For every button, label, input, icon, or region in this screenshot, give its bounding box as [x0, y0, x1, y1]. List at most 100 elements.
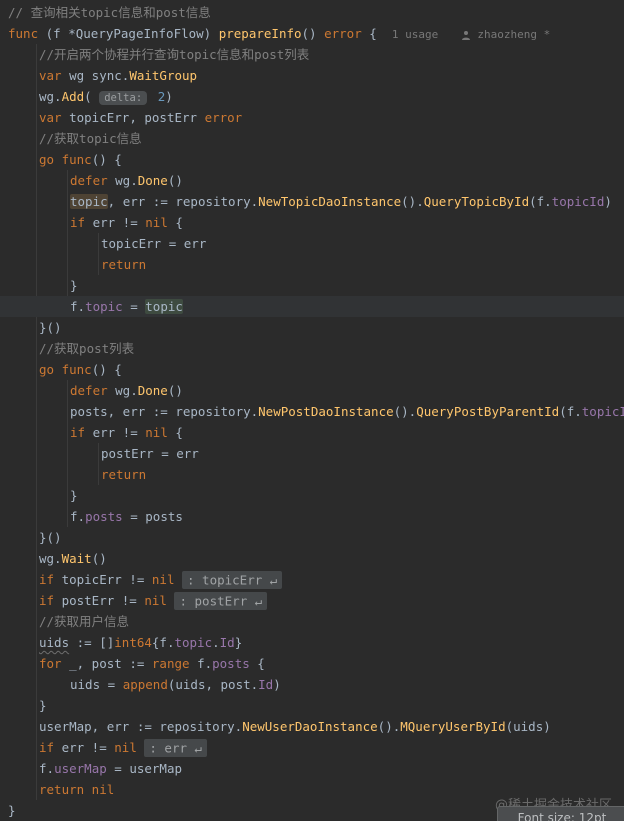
code-token: userMap — [54, 761, 107, 776]
code-token: defer — [70, 383, 116, 398]
code-line[interactable]: } — [0, 695, 624, 716]
code-token: wg sync. — [69, 68, 130, 83]
code-line[interactable]: uids := []int64{f.topic.Id} — [0, 632, 624, 653]
code-token: } — [70, 488, 78, 503]
code-line[interactable]: func (f *QueryPageInfoFlow) prepareInfo(… — [0, 23, 624, 44]
highlighted-identifier-write: topic — [70, 194, 108, 209]
code-token: nil — [144, 593, 175, 608]
code-token: if — [39, 572, 62, 587]
folded-code-pill[interactable]: : err ↵ — [144, 738, 208, 757]
code-token: posts — [212, 656, 250, 671]
code-line[interactable]: defer wg.Done() — [0, 170, 624, 191]
code-line[interactable]: f.userMap = userMap — [0, 758, 624, 779]
code-token: defer — [70, 173, 116, 188]
code-line[interactable]: wg.Add( delta: 2) — [0, 86, 624, 107]
code-lines: // 查询相关topic信息和post信息 func (f *QueryPageI… — [0, 2, 624, 821]
code-token: . — [212, 635, 220, 650]
code-token: () — [167, 173, 183, 188]
code-line[interactable]: var topicErr, postErr error — [0, 107, 624, 128]
code-token: () { — [91, 362, 122, 377]
code-token: nil — [145, 425, 168, 440]
code-line[interactable]: } — [0, 485, 624, 506]
code-token: = — [122, 299, 146, 314]
code-token: _, post := — [69, 656, 152, 671]
code-token: wg. — [115, 383, 138, 398]
code-token: postErr = err — [101, 446, 199, 461]
code-token: f. — [39, 761, 55, 776]
code-line[interactable]: //获取用户信息 — [0, 611, 624, 632]
code-token: topicErr, postErr — [69, 110, 205, 125]
code-token: topicId — [581, 404, 624, 419]
author-icon — [461, 26, 471, 41]
code-line[interactable]: postErr = err — [0, 443, 624, 464]
code-token: //获取用户信息 — [39, 614, 130, 629]
code-token: return — [101, 467, 147, 482]
code-line[interactable]: var wg sync.WaitGroup — [0, 65, 624, 86]
code-token: } — [39, 698, 47, 713]
code-line[interactable]: if err != nil { — [0, 422, 624, 443]
code-token: topic — [85, 299, 123, 314]
code-token: if — [70, 425, 93, 440]
code-token: { — [361, 26, 392, 41]
code-line[interactable]: userMap, err := repository.NewUserDaoIns… — [0, 716, 624, 737]
code-token: {f. — [151, 635, 175, 650]
code-line[interactable]: if err != nil { — [0, 212, 624, 233]
code-line[interactable]: if postErr != nil : postErr ↵ — [0, 590, 624, 611]
code-token: err != — [92, 215, 146, 230]
code-line[interactable]: }() — [0, 317, 624, 338]
code-line[interactable]: if err != nil : err ↵ — [0, 737, 624, 758]
code-line[interactable]: //获取topic信息 — [0, 128, 624, 149]
code-line[interactable]: go func() { — [0, 359, 624, 380]
code-line[interactable]: for _, post := range f.posts { — [0, 653, 624, 674]
code-token: //开启两个协程并行查询topic信息和post列表 — [39, 47, 310, 62]
code-token: wg. — [39, 89, 62, 104]
code-editor[interactable]: // 查询相关topic信息和post信息 func (f *QueryPageI… — [0, 0, 624, 821]
code-line-current[interactable]: f.topic = topic — [0, 296, 624, 317]
parameter-hint: delta: — [99, 91, 148, 105]
code-token: if — [70, 215, 93, 230]
code-token: ) — [273, 677, 281, 692]
code-line[interactable]: go func() { — [0, 149, 624, 170]
font-size-popup-label: Font size: 12pt — [517, 811, 607, 821]
code-token: NewTopicDaoInstance — [258, 194, 402, 209]
folded-code-pill[interactable]: : postErr ↵ — [174, 591, 268, 610]
inlay-hint[interactable]: zhaozheng * — [471, 28, 550, 41]
code-line[interactable]: posts, err := repository.NewPostDaoInsta… — [0, 401, 624, 422]
code-token: (f *QueryPageInfoFlow) — [45, 26, 219, 41]
code-token: () — [91, 551, 107, 566]
code-line[interactable]: //获取post列表 — [0, 338, 624, 359]
code-token: NewUserDaoInstance — [242, 719, 378, 734]
code-token: () — [167, 383, 183, 398]
code-token: { — [249, 656, 265, 671]
code-line[interactable]: //开启两个协程并行查询topic信息和post列表 — [0, 44, 624, 65]
code-line[interactable]: return — [0, 464, 624, 485]
code-line[interactable]: topicErr = err — [0, 233, 624, 254]
code-token: Done — [137, 383, 168, 398]
code-line[interactable]: wg.Wait() — [0, 548, 624, 569]
code-line[interactable]: defer wg.Done() — [0, 380, 624, 401]
code-line[interactable]: } — [0, 275, 624, 296]
code-token: }() — [39, 320, 62, 335]
inlay-hint[interactable]: 1 usage — [392, 28, 438, 41]
code-token: range — [151, 656, 198, 671]
code-token: MQueryUserById — [400, 719, 506, 734]
folded-code-pill[interactable]: : topicErr ↵ — [182, 570, 283, 589]
code-line[interactable]: topic, err := repository.NewTopicDaoInst… — [0, 191, 624, 212]
code-line[interactable]: f.posts = posts — [0, 506, 624, 527]
code-line[interactable]: if topicErr != nil : topicErr ↵ — [0, 569, 624, 590]
code-token: err != — [61, 740, 115, 755]
code-token: ) — [604, 194, 612, 209]
code-line[interactable]: }() — [0, 527, 624, 548]
code-token: topicErr = err — [101, 236, 207, 251]
code-line[interactable]: // 查询相关topic信息和post信息 — [0, 2, 624, 23]
code-token: int64 — [114, 635, 152, 650]
code-token: // 查询相关topic信息和post信息 — [8, 5, 211, 20]
code-token: err != — [92, 425, 146, 440]
code-line[interactable]: uids = append(uids, post.Id) — [0, 674, 624, 695]
code-line[interactable]: return — [0, 254, 624, 275]
code-token: userMap, err := repository. — [39, 719, 243, 734]
code-token: if — [39, 593, 62, 608]
highlighted-identifier-read: topic — [145, 299, 183, 314]
code-token: = posts — [122, 509, 183, 524]
